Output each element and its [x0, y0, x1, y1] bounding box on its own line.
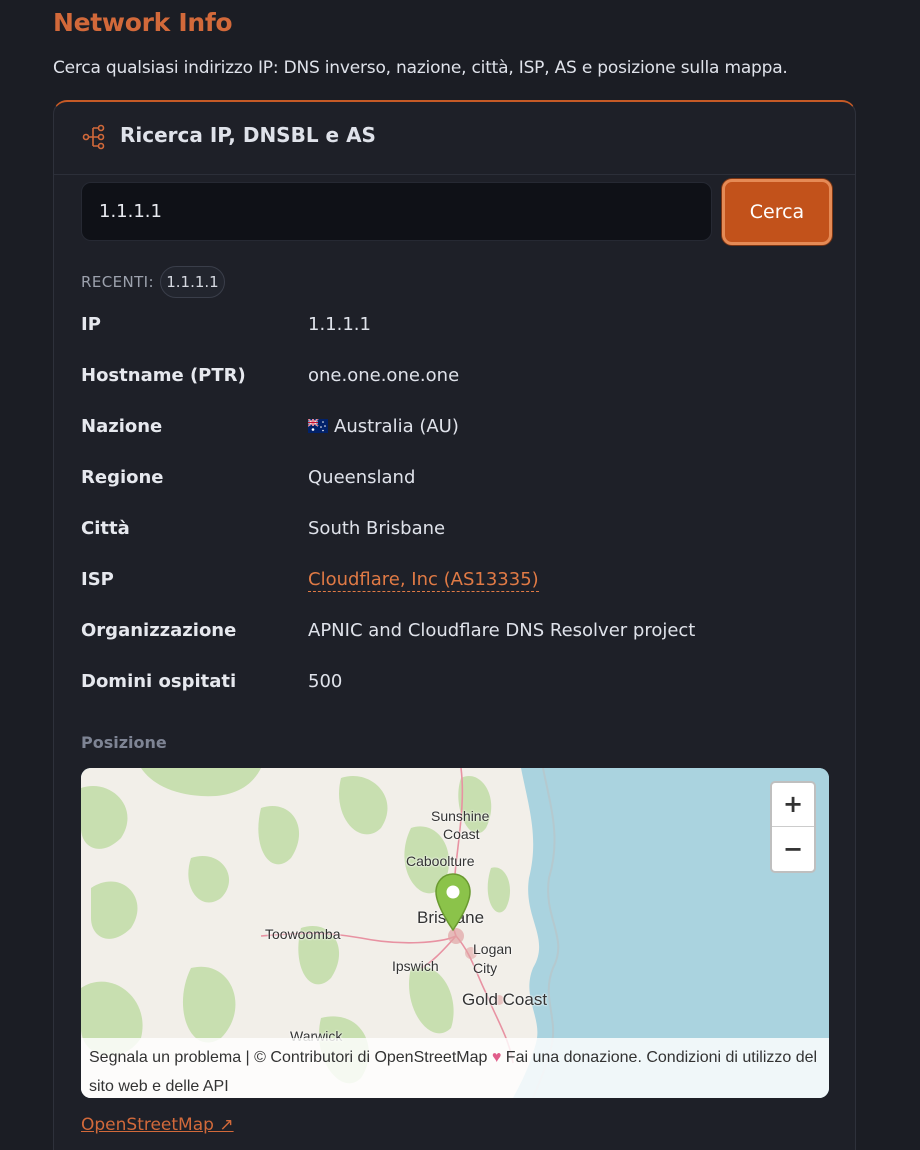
- recent-label: RECENTI:: [81, 273, 154, 291]
- info-value: South Brisbane: [308, 518, 446, 539]
- location-marker-icon[interactable]: [434, 872, 472, 934]
- position-label: Posizione: [81, 733, 167, 752]
- network-tree-icon: [82, 124, 105, 150]
- card-header: Ricerca IP, DNSBL e AS: [54, 102, 855, 175]
- australia-flag-icon: [308, 419, 328, 433]
- info-value: APNIC and Cloudflare DNS Resolver projec…: [308, 620, 696, 641]
- map-label-coast: Coast: [443, 826, 480, 842]
- map-label-logan: Logan: [473, 941, 512, 957]
- isp-link[interactable]: Cloudflare, Inc (AS13335): [308, 569, 539, 592]
- info-key: ISP: [81, 569, 114, 590]
- info-key: Domini ospitati: [81, 671, 237, 692]
- info-value: 500: [308, 671, 343, 692]
- info-key: Organizzazione: [81, 620, 237, 641]
- map-label-gold-coast: Gold Coast: [462, 990, 548, 1009]
- map-label-city: City: [473, 960, 498, 976]
- info-row-hostname: Hostname (PTR) one.one.one.one: [81, 365, 821, 395]
- map-attribution: Segnala un problema | © Contributori di …: [81, 1038, 829, 1098]
- map-label-toowoomba: Toowoomba: [265, 926, 341, 942]
- map-label-sunshine: Sunshine: [431, 808, 490, 824]
- zoom-in-button[interactable]: +: [772, 783, 814, 827]
- openstreetmap-link[interactable]: OpenStreetMap ↗: [81, 1115, 234, 1135]
- info-row-city: Città South Brisbane: [81, 518, 821, 548]
- map-label-ipswich: Ipswich: [392, 958, 439, 974]
- recent-chip[interactable]: 1.1.1.1: [160, 266, 225, 298]
- info-key: Hostname (PTR): [81, 365, 246, 386]
- info-row-region: Regione Queensland: [81, 467, 821, 497]
- heart-icon: ♥: [491, 1049, 502, 1066]
- info-key: Città: [81, 518, 130, 539]
- search-button[interactable]: Cerca: [722, 179, 832, 245]
- location-map[interactable]: Sunshine Coast Caboolture Brisbane Toowo…: [81, 768, 829, 1098]
- info-row-ip: IP 1.1.1.1: [81, 314, 821, 344]
- page-subtitle: Cerca qualsiasi indirizzo IP: DNS invers…: [53, 58, 788, 78]
- nation-text: Australia (AU): [334, 416, 459, 437]
- info-value: Cloudflare, Inc (AS13335): [308, 569, 539, 592]
- ip-search-input[interactable]: [81, 182, 712, 241]
- map-label-caboolture: Caboolture: [406, 853, 475, 869]
- attribution-text[interactable]: Segnala un problema | © Contributori di …: [89, 1049, 487, 1066]
- ip-lookup-card: Ricerca IP, DNSBL e AS Cerca RECENTI: 1.…: [53, 100, 856, 1150]
- info-value: Queensland: [308, 467, 416, 488]
- info-row-hosted-domains: Domini ospitati 500: [81, 671, 821, 701]
- info-key: Regione: [81, 467, 164, 488]
- zoom-control: + −: [770, 781, 816, 873]
- page-title: Network Info: [53, 8, 233, 37]
- info-key: IP: [81, 314, 101, 335]
- info-value: 1.1.1.1: [308, 314, 371, 335]
- card-title: Ricerca IP, DNSBL e AS: [120, 123, 376, 147]
- info-value: one.one.one.one: [308, 365, 460, 386]
- zoom-out-button[interactable]: −: [772, 828, 814, 872]
- info-row-isp: ISP Cloudflare, Inc (AS13335): [81, 569, 821, 599]
- info-key: Nazione: [81, 416, 163, 437]
- info-row-nation: Nazione Australia (AU): [81, 416, 821, 446]
- info-row-organization: Organizzazione APNIC and Cloudflare DNS …: [81, 620, 821, 650]
- info-value-nation: Australia (AU): [308, 416, 459, 437]
